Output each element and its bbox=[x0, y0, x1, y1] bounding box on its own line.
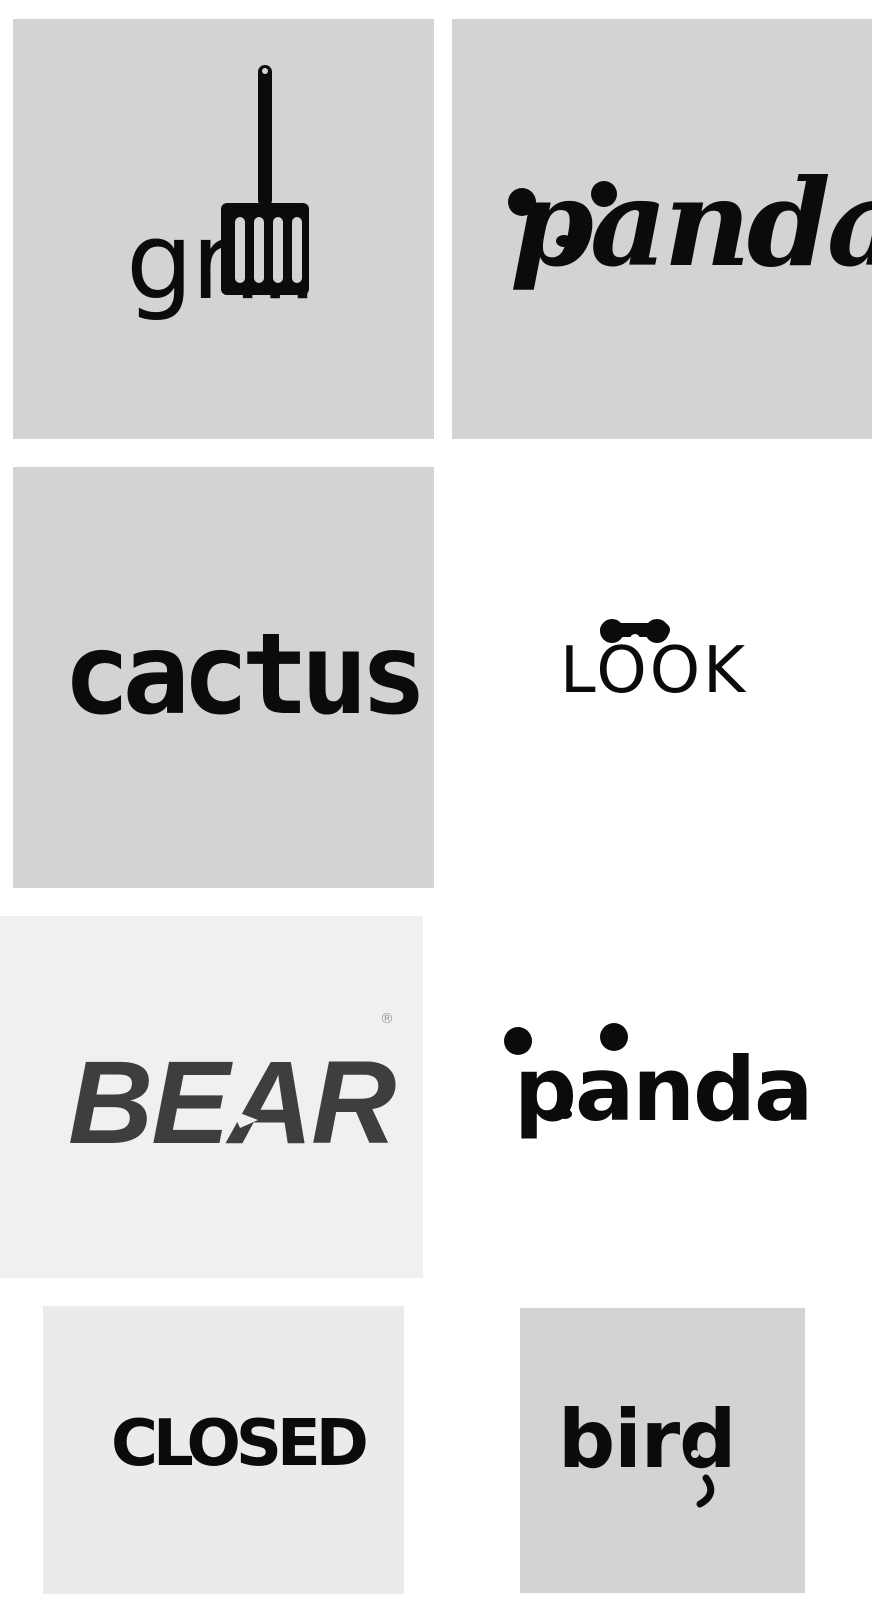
bird-head-icon bbox=[691, 1450, 715, 1508]
logo-tile-grill: grill bbox=[13, 19, 434, 439]
logo-tile-bear: BEAR ® bbox=[0, 916, 423, 1278]
binoculars-icon bbox=[600, 619, 670, 644]
spatula-icon bbox=[221, 65, 309, 295]
logo-tile-cactus: cactus bbox=[13, 467, 434, 888]
logo-tile-panda-geometric: panda bbox=[452, 916, 872, 1278]
logo-tile-look: LOOK bbox=[452, 467, 872, 888]
panda-ears-icon bbox=[508, 181, 617, 247]
logo-word-cactus: cactus bbox=[63, 610, 428, 740]
panda-ears-icon bbox=[504, 1023, 628, 1119]
logo-tile-panda-brush: panda bbox=[452, 19, 872, 439]
logo-tile-bird: bird bbox=[520, 1308, 805, 1593]
logo-tile-closed: CLOSED bbox=[43, 1306, 404, 1594]
logo-word-closed: CLOSED bbox=[111, 1407, 369, 1481]
bear-head-icon bbox=[96, 1036, 258, 1128]
